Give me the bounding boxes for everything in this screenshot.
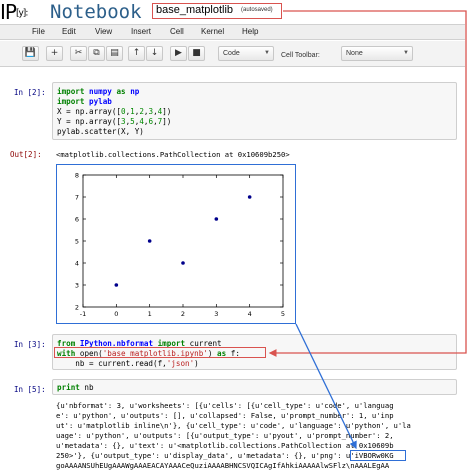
scatter-chart: -1 0 1 2 3 4 5 2 3 4 5 6 7 8 (75, 171, 285, 318)
x-tick-label: 1 (148, 310, 152, 318)
x-tick-label: 2 (181, 310, 185, 318)
menu-view[interactable]: View (95, 27, 112, 36)
code-line: nb = current.read(f,'json') (57, 359, 199, 368)
y-tick-label: 8 (75, 171, 79, 179)
x-tick-label: 4 (248, 310, 252, 318)
code-line: print nb (57, 383, 94, 392)
notebook-area: In [2]: import numpy as np import pylab … (0, 68, 465, 474)
x-tick-label: 0 (114, 310, 118, 318)
copy-icon[interactable]: ⧉ (88, 46, 105, 61)
png-key-highlight (350, 450, 406, 461)
menu-help[interactable]: Help (242, 27, 258, 36)
nb-output-line: u'metadata': {}, u'text': u'<matplotlib.… (56, 441, 394, 450)
nb-output-line: uage': u'python', u'outputs': [{u'output… (56, 431, 394, 440)
add-cell-icon[interactable]: + (46, 46, 63, 61)
run-icon[interactable]: ▶ (170, 46, 187, 61)
scatter-point (247, 195, 252, 199)
scatter-point (181, 261, 185, 265)
move-up-icon[interactable]: ↑ (128, 46, 145, 61)
stop-icon[interactable]: ■ (188, 46, 205, 61)
x-tick-label: 3 (214, 310, 218, 318)
y-tick-label: 7 (75, 193, 79, 201)
nb-output-line: {u'nbformat': 3, u'worksheets': [{u'cell… (56, 401, 394, 410)
chevron-down-icon: ▼ (403, 50, 409, 56)
menu-file[interactable]: File (32, 27, 45, 36)
input-prompt: In [5]: (14, 385, 46, 394)
toolbar: 💾 + ✂ ⧉ ▤ ↑ ↓ ▶ ■ Code ▼ Cell Toolbar: N… (0, 41, 465, 67)
code-line: import pylab (57, 97, 112, 106)
menu-cell[interactable]: Cell (170, 27, 184, 36)
x-tick-label: -1 (80, 310, 86, 318)
cell-toolbar-select[interactable]: None ▼ (341, 46, 413, 61)
cell-toolbar-label: Cell Toolbar: (281, 52, 320, 59)
chevron-down-icon: ▼ (264, 50, 270, 56)
menu-edit[interactable]: Edit (62, 27, 76, 36)
input-prompt: In [2]: (14, 88, 46, 97)
menu-kernel[interactable]: Kernel (201, 27, 224, 36)
y-tick-label: 5 (75, 237, 79, 245)
y-tick-label: 3 (75, 281, 79, 289)
nb-output-line: ut': u'matplotlib inline\n'}, {u'cell_ty… (56, 421, 411, 430)
scatter-point (114, 283, 119, 287)
scatter-point (147, 239, 152, 243)
plot-frame (82, 174, 284, 308)
output-prompt: Out[2]: (10, 150, 42, 159)
notebook-name[interactable]: base_matplotlib (156, 4, 233, 16)
nb-output-line: e': u'python', u'outputs': [], u'collaps… (56, 411, 394, 420)
input-prompt: In [3]: (14, 340, 46, 349)
logo-main: IP (0, 0, 17, 24)
move-down-icon[interactable]: ↓ (146, 46, 163, 61)
open-call-highlight (54, 347, 266, 358)
scatter-point (214, 217, 219, 221)
code-line: pylab.scatter(X, Y) (57, 127, 144, 136)
cell-type-select[interactable]: Code ▼ (218, 46, 274, 61)
paste-icon[interactable]: ▤ (106, 46, 123, 61)
y-tick-label: 4 (75, 259, 79, 267)
code-line: X = np.array([0,1,2,3,4]) (57, 107, 172, 116)
ipython-logo: IP[y]: (0, 0, 28, 24)
code-line: Y = np.array([3,5,4,6,7]) (57, 117, 172, 126)
logo-sub: [y]: (15, 8, 28, 19)
menubar: File Edit View Insert Cell Kernel Help (0, 24, 465, 40)
notebook-title-box[interactable]: base_matplotlib (autosaved) (152, 3, 282, 19)
nb-output-line: 250>'}, {u'output_type': u'display_data'… (56, 451, 394, 460)
nb-output-line: goAAAANSUhEUgAAAWgAAAEACAYAAACeQuziAAAAB… (56, 461, 390, 470)
save-icon[interactable]: 💾 (22, 46, 39, 61)
app-name: Notebook (50, 1, 142, 23)
code-cell-in5[interactable]: print nb (52, 379, 457, 395)
code-cell-in2[interactable]: import numpy as np import pylab X = np.a… (52, 82, 457, 140)
cell-toolbar-value: None (346, 50, 363, 57)
autosave-status: (autosaved) (241, 7, 273, 13)
cut-icon[interactable]: ✂ (70, 46, 87, 61)
x-tick-label: 5 (281, 310, 285, 318)
y-tick-label: 6 (75, 215, 79, 223)
code-line: import numpy as np (57, 87, 140, 96)
y-tick-label: 2 (75, 303, 79, 311)
menu-insert[interactable]: Insert (131, 27, 151, 36)
cell-type-value: Code (223, 50, 240, 57)
output-text: <matplotlib.collections.PathCollection a… (56, 150, 290, 159)
scatter-plot-output: -1 0 1 2 3 4 5 2 3 4 5 6 7 8 (56, 164, 296, 324)
